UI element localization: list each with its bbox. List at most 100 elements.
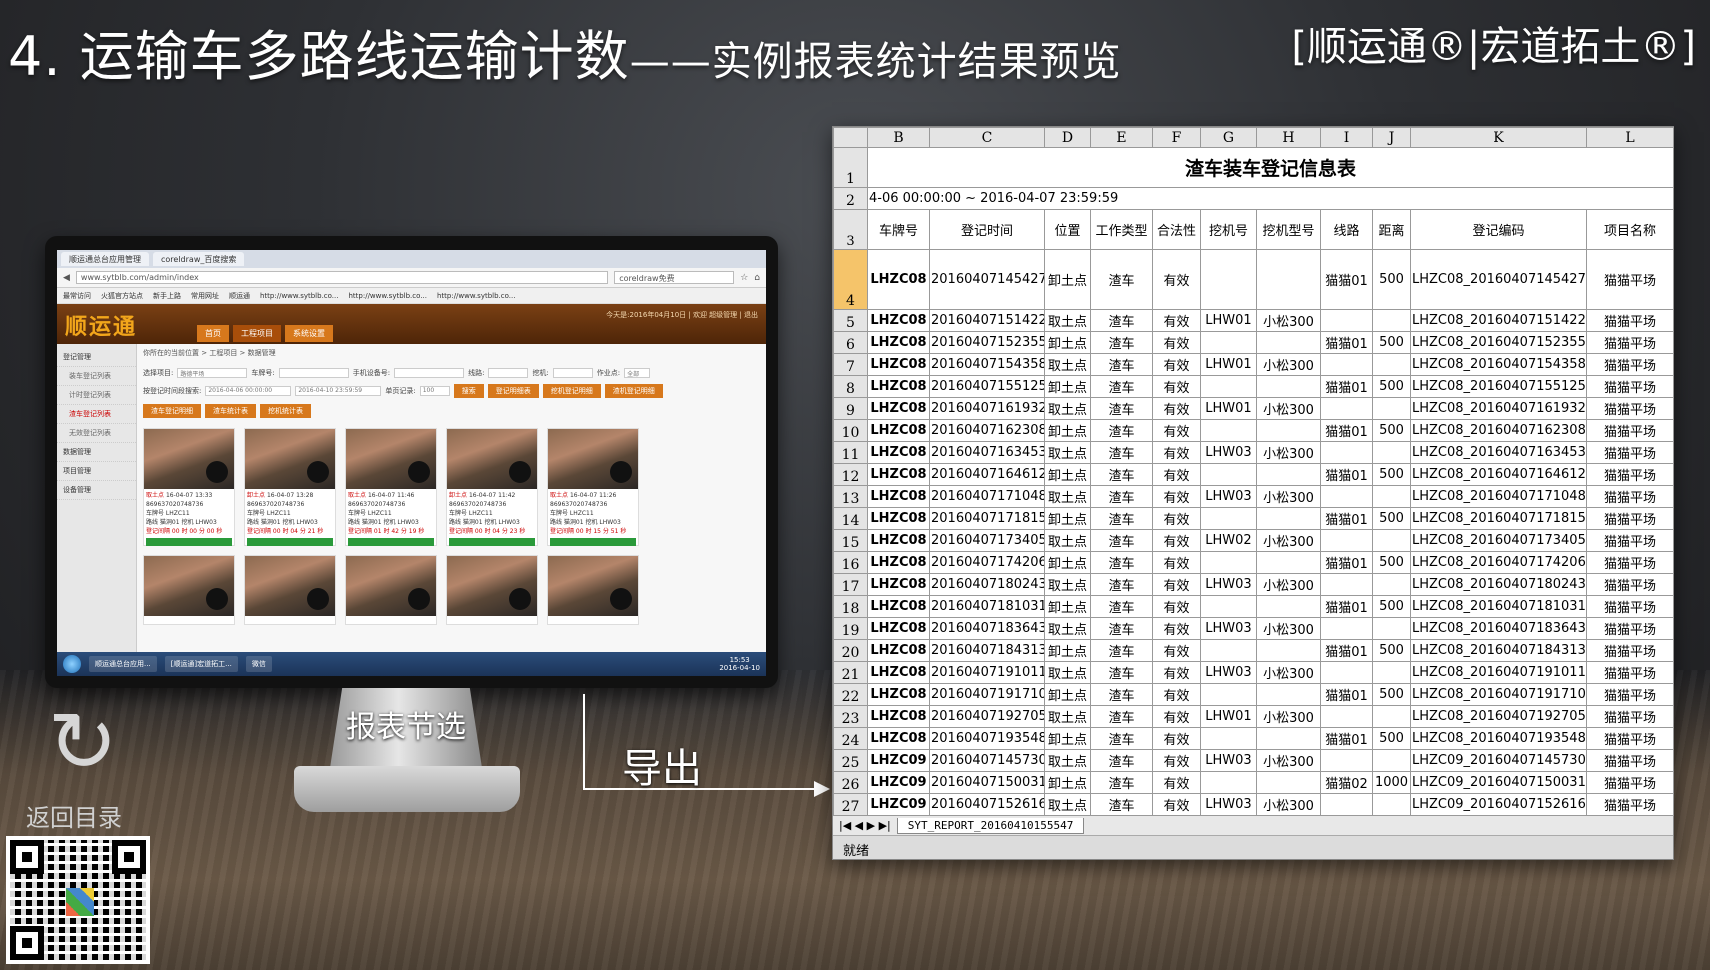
table-cell[interactable]: 有效	[1152, 331, 1201, 354]
table-cell[interactable]: LHZC08_20160407181031	[1410, 595, 1587, 618]
table-cell[interactable]: 20160407184313	[929, 639, 1045, 662]
table-cell[interactable]: LHZC08_20160407174206	[1410, 551, 1587, 574]
header-cell[interactable]: 挖机号	[1200, 209, 1257, 250]
table-cell[interactable]: LHZC08	[867, 419, 930, 442]
table-cell[interactable]: 猫猫01	[1320, 595, 1373, 618]
count-input[interactable]: 100	[419, 386, 450, 396]
header-cell[interactable]: 项目名称	[1586, 209, 1674, 250]
table-cell[interactable]: 有效	[1152, 573, 1201, 596]
device-input[interactable]	[394, 368, 465, 378]
table-cell[interactable]	[1320, 397, 1373, 420]
photo-card[interactable]: 卸土点 16-04-07 13:28 869637020748736 车牌号 LH…	[244, 428, 336, 546]
table-cell[interactable]: 卸土点	[1044, 771, 1091, 794]
table-cell[interactable]: 小松300	[1256, 661, 1321, 684]
row-header[interactable]: 19	[833, 617, 868, 640]
table-cell[interactable]	[1320, 573, 1373, 596]
table-cell[interactable]: 小松300	[1256, 353, 1321, 376]
sidebar-item-device[interactable]: 设备管理	[57, 481, 136, 500]
table-cell[interactable]: LHW03	[1200, 573, 1257, 596]
header-cell[interactable]: 登记时间	[929, 209, 1045, 250]
table-cell[interactable]: 猫猫01	[1320, 683, 1373, 706]
table-cell[interactable]: 渣车	[1090, 353, 1153, 376]
table-cell[interactable]: 有效	[1152, 441, 1201, 464]
table-cell[interactable]: 20160407192705	[929, 705, 1045, 728]
table-cell[interactable]: 渣车	[1090, 375, 1153, 398]
table-cell[interactable]: 猫猫平场	[1586, 507, 1674, 530]
sidebar-item-truck-list[interactable]: 渣车登记列表	[57, 405, 136, 424]
table-cell[interactable]: LHW01	[1200, 353, 1257, 376]
table-cell[interactable]: LHW03	[1200, 749, 1257, 772]
table-cell[interactable]: 猫猫平场	[1586, 639, 1674, 662]
sheet-title[interactable]: 渣车装车登记信息表	[867, 147, 1674, 188]
table-cell[interactable]: 有效	[1152, 749, 1201, 772]
taskbar-item[interactable]: 顺运通总台应用...	[89, 656, 157, 672]
table-cell[interactable]	[1320, 485, 1373, 508]
table-cell[interactable]: 20160407164612	[929, 463, 1045, 486]
table-cell[interactable]: 渣车	[1090, 727, 1153, 750]
table-cell[interactable]	[1256, 507, 1321, 530]
bookmark-item[interactable]: 火狐官方站点	[101, 291, 143, 301]
sidebar-item-invalid-list[interactable]: 无效登记列表	[57, 424, 136, 443]
table-cell[interactable]: LHZC08_20160407145427	[1410, 249, 1587, 310]
header-cell[interactable]: 登记编码	[1410, 209, 1587, 250]
table-cell[interactable]: 取土点	[1044, 309, 1091, 332]
table-cell[interactable]: 有效	[1152, 397, 1201, 420]
table-cell[interactable]: LHZC08	[867, 331, 930, 354]
photo-card[interactable]	[446, 555, 538, 625]
row-header[interactable]: 12	[833, 463, 868, 486]
table-cell[interactable]: 猫猫平场	[1586, 705, 1674, 728]
route-input[interactable]	[488, 368, 529, 378]
table-cell[interactable]: 卸土点	[1044, 639, 1091, 662]
table-cell[interactable]	[1372, 353, 1411, 376]
table-cell[interactable]: 取土点	[1044, 705, 1091, 728]
table-cell[interactable]: 渣车	[1090, 573, 1153, 596]
table-cell[interactable]: 取土点	[1044, 397, 1091, 420]
start-button-icon[interactable]	[63, 655, 81, 673]
table-cell[interactable]: LHZC08	[867, 639, 930, 662]
header-cell[interactable]: 线路	[1320, 209, 1373, 250]
table-cell[interactable]	[1256, 771, 1321, 794]
table-cell[interactable]: 猫猫平场	[1586, 463, 1674, 486]
table-cell[interactable]	[1372, 309, 1411, 332]
table-cell[interactable]: 猫猫平场	[1586, 309, 1674, 332]
table-cell[interactable]: 有效	[1152, 419, 1201, 442]
table-cell[interactable]: LHZC08_20160407171815	[1410, 507, 1587, 530]
row-header[interactable]: 7	[833, 353, 868, 376]
table-cell[interactable]	[1372, 617, 1411, 640]
row-header[interactable]: 25	[833, 749, 868, 772]
table-cell[interactable]: LHZC08	[867, 617, 930, 640]
table-cell[interactable]: 小松300	[1256, 309, 1321, 332]
table-cell[interactable]: 有效	[1152, 727, 1201, 750]
bookmark-item[interactable]: 新手上路	[153, 291, 181, 301]
table-cell[interactable]: 500	[1372, 507, 1411, 530]
table-cell[interactable]: 20160407154358	[929, 353, 1045, 376]
column-header[interactable]: J	[1372, 127, 1411, 148]
table-cell[interactable]	[1256, 331, 1321, 354]
table-cell[interactable]: LHZC08_20160407164612	[1410, 463, 1587, 486]
taskbar-item[interactable]: [顺运通]宏道拓工...	[164, 656, 238, 672]
nav-projects[interactable]: 工程项目	[233, 325, 281, 342]
table-cell[interactable]: 渣车	[1090, 441, 1153, 464]
photo-card[interactable]: 取土点 16-04-07 11:46 869637020748736 车牌号 LH…	[345, 428, 437, 546]
table-cell[interactable]: 渣车	[1090, 793, 1153, 816]
table-cell[interactable]: 猫猫平场	[1586, 397, 1674, 420]
table-cell[interactable]: 500	[1372, 727, 1411, 750]
row-header[interactable]: 16	[833, 551, 868, 574]
table-cell[interactable]: 渣车	[1090, 507, 1153, 530]
table-cell[interactable]: LHZC08_20160407192705	[1410, 705, 1587, 728]
row-header[interactable]: 22	[833, 683, 868, 706]
row-header[interactable]: 23	[833, 705, 868, 728]
table-cell[interactable]	[1372, 661, 1411, 684]
column-header[interactable]: B	[867, 127, 930, 148]
table-cell[interactable]: 卸土点	[1044, 375, 1091, 398]
table-cell[interactable]: 渣车	[1090, 661, 1153, 684]
table-cell[interactable]: 有效	[1152, 793, 1201, 816]
header-cell[interactable]: 挖机型号	[1256, 209, 1321, 250]
table-cell[interactable]	[1372, 749, 1411, 772]
header-cell[interactable]: 位置	[1044, 209, 1091, 250]
table-cell[interactable]: 卸土点	[1044, 727, 1091, 750]
table-cell[interactable]: LHZC08	[867, 529, 930, 552]
table-cell[interactable]: LHZC08_20160407173405	[1410, 529, 1587, 552]
row-header[interactable]: 9	[833, 397, 868, 420]
table-cell[interactable]: 有效	[1152, 463, 1201, 486]
